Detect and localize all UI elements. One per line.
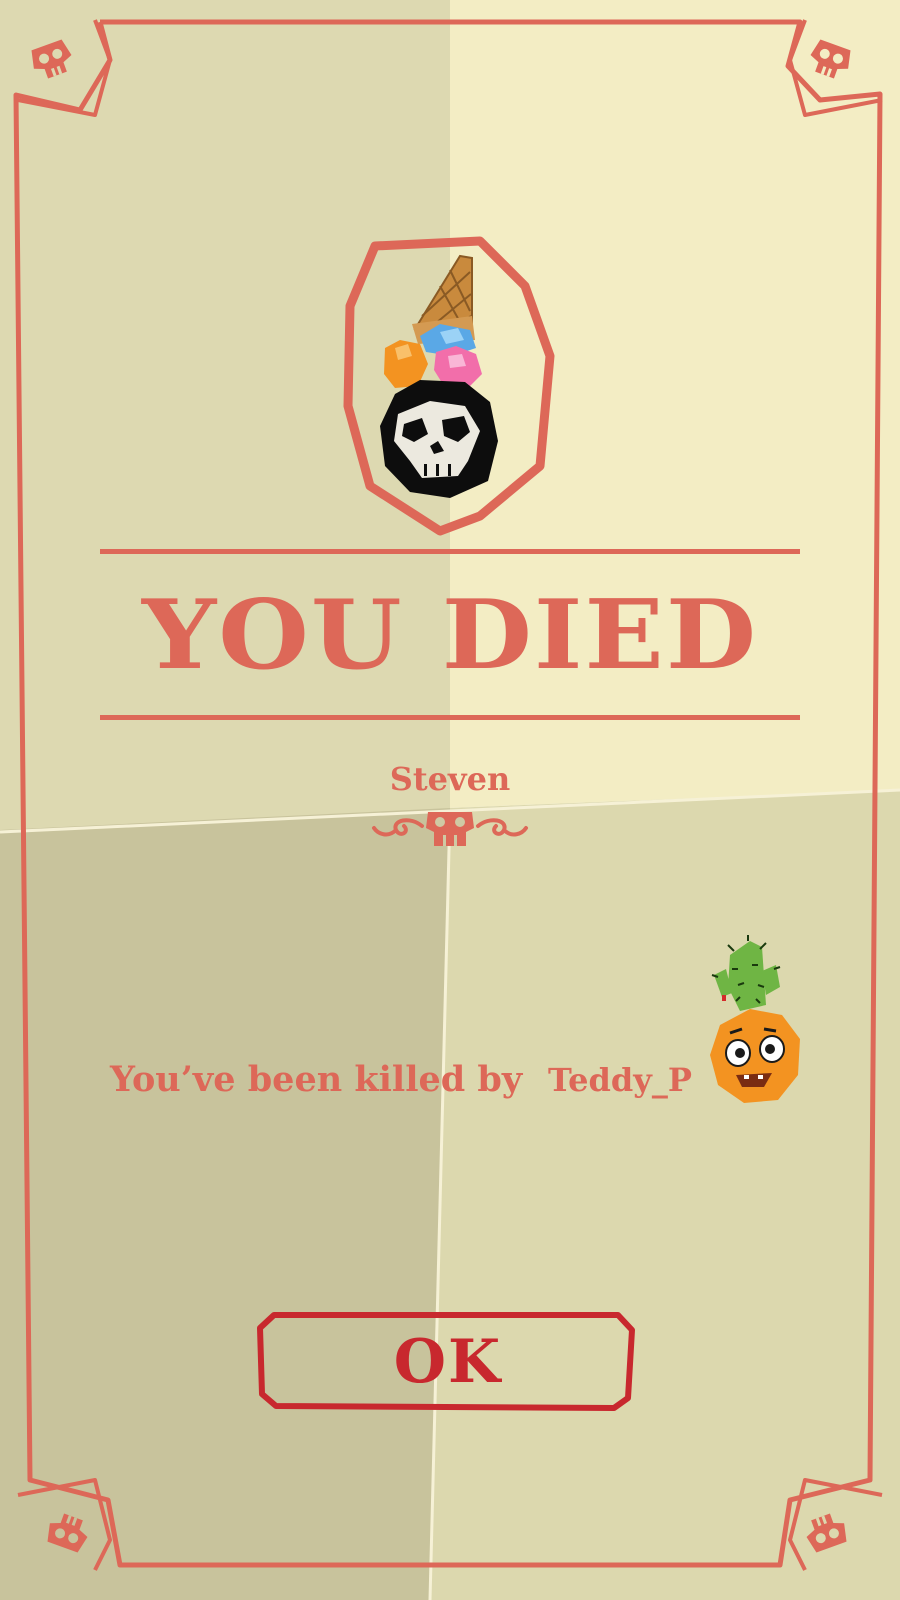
ok-button-label: OK [393, 1327, 503, 1397]
killer-name: Teddy_P [548, 1061, 692, 1099]
killed-by-text: You’ve been killed by [110, 1059, 523, 1100]
corner-skull-icon [810, 39, 851, 79]
page-title: YOU DIED [141, 577, 759, 692]
title-bottom-divider [100, 715, 800, 720]
killer-avatar [710, 935, 800, 1103]
corner-skull-icon [31, 39, 72, 79]
cactus-icon [711, 935, 781, 1011]
corner-skull-icon [47, 1513, 88, 1553]
corner-skull-icon [806, 1513, 847, 1553]
player-name: Steven [389, 760, 511, 798]
skull-flourish-icon [372, 812, 528, 846]
player-avatar [343, 236, 555, 536]
title-top-divider [100, 549, 800, 554]
ok-button[interactable]: OK [256, 1312, 640, 1412]
